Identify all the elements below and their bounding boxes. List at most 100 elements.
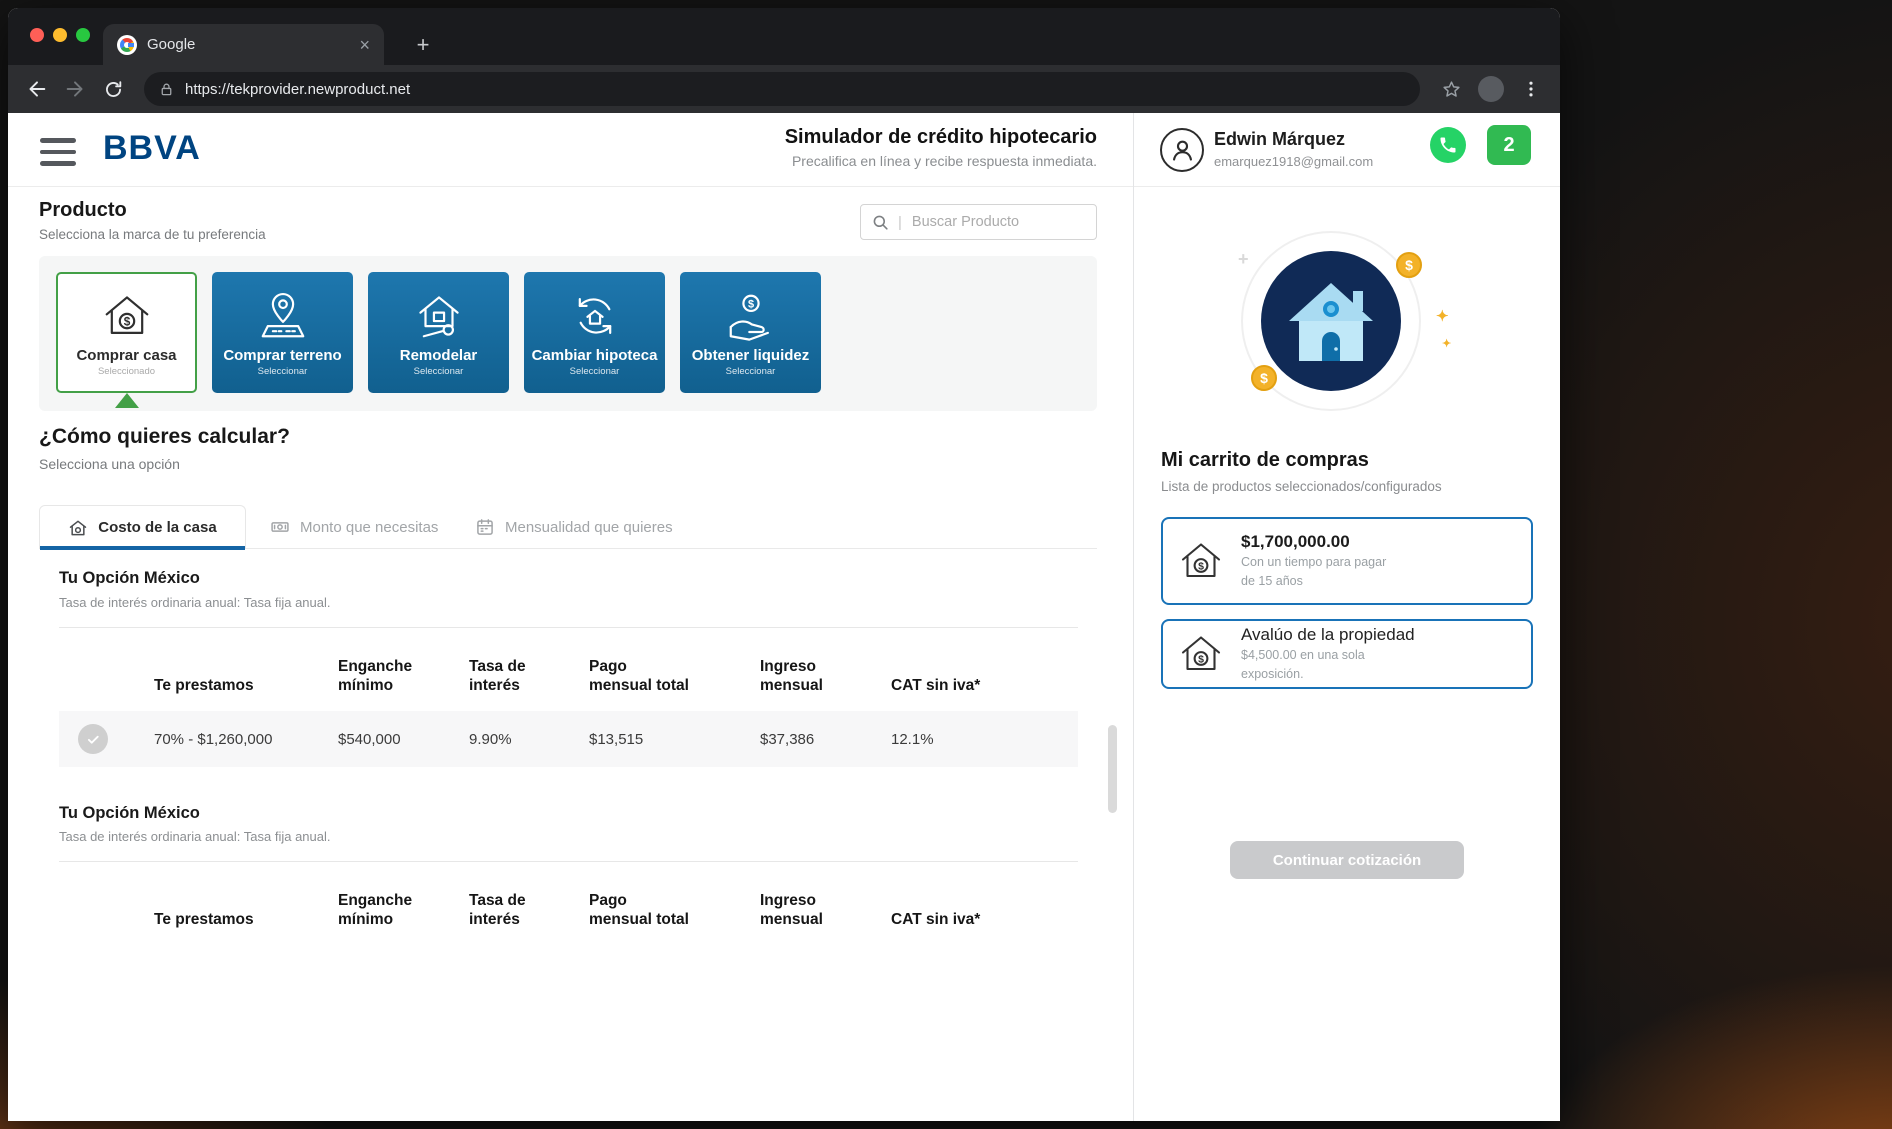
cell-te-prestamos: 70% - $1,260,000 (154, 731, 338, 748)
search-input[interactable] (910, 213, 1086, 231)
cart-item-title: $1,700,000.00 (1241, 532, 1386, 552)
app-header: BBVA Simulador de crédito hipotecario Pr… (8, 113, 1133, 187)
product-card-remodelar[interactable]: Remodelar Seleccionar (368, 272, 509, 393)
hand-coin-icon: $ (724, 289, 778, 343)
cell-ingreso-mensual: $37,386 (760, 731, 891, 748)
option-subtitle: Tasa de interés ordinaria anual: Tasa fi… (59, 829, 331, 844)
cart-item[interactable]: $ $1,700,000.00 Con un tiempo para pagar… (1161, 517, 1533, 605)
person-icon (1169, 137, 1196, 164)
star-icon (1441, 79, 1462, 100)
browser-menu-button[interactable] (1514, 72, 1548, 106)
user-name: Edwin Márquez (1214, 129, 1345, 150)
product-card-cambiar-hipoteca[interactable]: Cambiar hipoteca Seleccionar (524, 272, 665, 393)
house-graphic (1283, 277, 1379, 365)
calculator-section-subtitle: Selecciona una opción (39, 456, 180, 472)
column-header: Enganche mínimo (338, 658, 469, 699)
row-check-icon[interactable] (78, 724, 108, 754)
forward-button[interactable] (58, 72, 92, 106)
cart-item-line: de 15 años (1241, 574, 1386, 590)
cell-pago-mensual: $13,515 (589, 731, 760, 748)
terrain-pin-icon (256, 289, 310, 343)
cart-item-line: $4,500.00 en una sola (1241, 648, 1415, 664)
product-card-comprar-casa[interactable]: $ Comprar casa Seleccionado (56, 272, 197, 393)
maximize-window-button[interactable] (76, 28, 90, 42)
whatsapp-button[interactable] (1430, 127, 1466, 163)
tab-label: Mensualidad que quieres (505, 519, 673, 536)
coin-icon: $ (1251, 365, 1277, 391)
column-header: Ingreso mensual (760, 658, 891, 699)
product-card-obtener-liquidez[interactable]: $ Obtener liquidez Seleccionar (680, 272, 821, 393)
product-card-label: Remodelar (400, 347, 478, 364)
simulator-heading: Simulador de crédito hipotecario Precali… (785, 126, 1097, 169)
browser-profile-avatar[interactable] (1478, 76, 1504, 102)
column-header: Enganche mínimo (338, 892, 469, 933)
product-card-label: Cambiar hipoteca (532, 347, 658, 364)
table-row[interactable]: 70% - $1,260,000 $540,000 9.90% $13,515 … (59, 711, 1078, 767)
option-title: Tu Opción México (59, 569, 200, 588)
address-bar[interactable]: https://tekprovider.newproduct.net (144, 72, 1420, 106)
product-search: | (860, 204, 1097, 240)
sparkle-icon: ✦ (1436, 307, 1449, 325)
google-favicon (117, 35, 137, 55)
cart-title: Mi carrito de compras (1161, 449, 1369, 472)
calendar-icon (475, 517, 495, 537)
back-button[interactable] (20, 72, 54, 106)
url-text: https://tekprovider.newproduct.net (185, 81, 410, 98)
cart-item[interactable]: $ Avalúo de la propiedad $4,500.00 en un… (1161, 619, 1533, 689)
back-arrow-icon (26, 78, 48, 100)
minimize-window-button[interactable] (53, 28, 67, 42)
reload-button[interactable] (96, 72, 130, 106)
page-title: Simulador de crédito hipotecario (785, 126, 1097, 149)
cell-enganche-minimo: $540,000 (338, 731, 469, 748)
column-spacer (59, 929, 154, 933)
selected-pointer-triangle (115, 393, 139, 408)
user-avatar[interactable] (1160, 128, 1204, 172)
product-card-comprar-terreno[interactable]: Comprar terreno Seleccionar (212, 272, 353, 393)
scrollbar-thumb[interactable] (1108, 725, 1117, 813)
cart-item-text: Avalúo de la propiedad $4,500.00 en una … (1241, 625, 1415, 682)
house-dollar-icon: $ (100, 289, 154, 343)
column-header: Te prestamos (154, 911, 338, 933)
cart-item-text: $1,700,000.00 Con un tiempo para pagar d… (1241, 532, 1386, 589)
new-tab-button[interactable]: + (408, 30, 438, 60)
column-header: Pago mensual total (589, 658, 760, 699)
continue-quote-button[interactable]: Continuar cotización (1230, 841, 1464, 879)
profile-header: Edwin Márquez emarquez1918@gmail.com 2 (1134, 113, 1560, 187)
product-card-label: Comprar terreno (223, 347, 341, 364)
search-icon (871, 213, 890, 232)
cart-count-badge[interactable]: 2 (1487, 125, 1531, 165)
window-controls (30, 28, 90, 42)
user-email: emarquez1918@gmail.com (1214, 154, 1373, 169)
page-content: BBVA Simulador de crédito hipotecario Pr… (8, 113, 1560, 1121)
kebab-menu-icon (1521, 79, 1541, 99)
product-card-state: Seleccionar (258, 366, 308, 377)
divider (59, 627, 1078, 628)
main-column: BBVA Simulador de crédito hipotecario Pr… (8, 113, 1133, 1121)
product-section-subtitle: Selecciona la marca de tu preferencia (39, 227, 266, 242)
product-card-state: Seleccionar (414, 366, 464, 377)
tab-monto-que-necesitas[interactable]: Monto que necesitas (270, 505, 438, 549)
tab-label: Monto que necesitas (300, 519, 438, 536)
close-window-button[interactable] (30, 28, 44, 42)
product-cards-strip: $ Comprar casa Seleccionado Comprar terr… (39, 256, 1097, 411)
browser-tab[interactable]: Google × (103, 24, 384, 65)
cell-tasa-interes: 9.90% (469, 731, 589, 748)
menu-button[interactable] (40, 138, 76, 166)
product-card-state: Seleccionado (98, 366, 155, 377)
tab-close-icon[interactable]: × (355, 34, 374, 56)
svg-text:$: $ (747, 298, 753, 310)
sparkle-icon: ✦ (1442, 337, 1451, 350)
tab-mensualidad-que-quieres[interactable]: Mensualidad que quieres (475, 505, 673, 549)
cart-item-line: exposición. (1241, 667, 1415, 683)
tab-title: Google (147, 36, 345, 53)
cart-subtitle: Lista de productos seleccionados/configu… (1161, 479, 1442, 494)
divider (59, 861, 1078, 862)
bookmark-button[interactable] (1434, 72, 1468, 106)
search-divider: | (898, 214, 902, 231)
padlock-icon[interactable] (158, 81, 175, 98)
coin-icon: $ (1396, 252, 1422, 278)
browser-tab-strip: Google × + (8, 8, 1560, 65)
tab-costo-de-la-casa[interactable]: Costo de la casa (39, 505, 246, 549)
phone-icon (1438, 135, 1458, 155)
option-title: Tu Opción México (59, 804, 200, 823)
